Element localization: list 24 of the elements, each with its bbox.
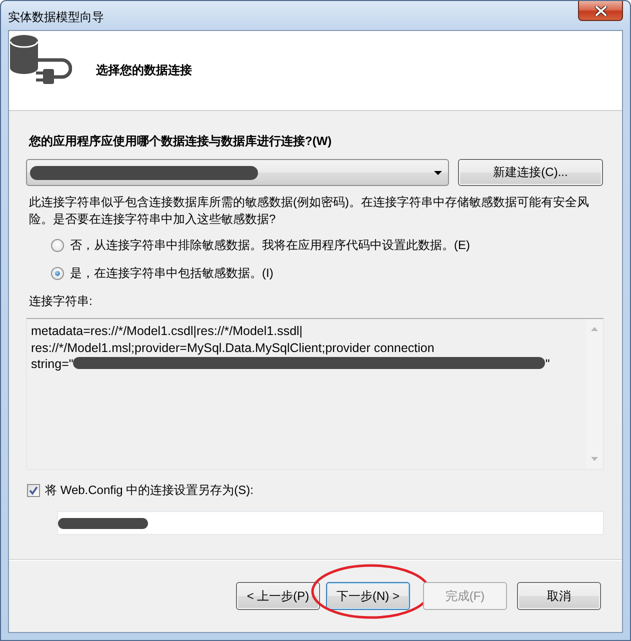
radio-button[interactable] xyxy=(51,266,64,280)
connection-prompt: 您的应用程序应使用哪个数据连接与数据库进行连接?(W) xyxy=(29,134,332,148)
close-button[interactable] xyxy=(578,1,623,21)
close-icon xyxy=(594,6,606,16)
connection-dropdown[interactable] xyxy=(26,159,449,186)
radio-label[interactable]: 是，在连接字符串中包括敏感数据。(I) xyxy=(70,264,274,282)
radio-button[interactable] xyxy=(51,238,64,252)
sensitive-data-notice: 此连接字符串似乎包含连接数据库所需的敏感数据(例如密码)。在连接字符串中存储敏感数据可能有安全风险。是否要在连接字符串中加入这些敏感数据? xyxy=(29,194,590,228)
save-setting-label[interactable]: 将 Web.Config 中的连接设置另存为(S): xyxy=(45,482,254,498)
page-heading: 选择您的数据连接 xyxy=(96,62,192,79)
scroll-up-arrow-icon[interactable] xyxy=(591,327,598,331)
checkbox[interactable] xyxy=(27,484,40,496)
radio-label[interactable]: 否，从连接字符串中排除敏感数据。我将在应用程序代码中设置此数据。(E) xyxy=(70,236,470,254)
wizard-button[interactable]: 取消 xyxy=(517,582,601,610)
connection-string-label: 连接字符串: xyxy=(29,294,92,308)
config-name-field[interactable] xyxy=(57,511,604,535)
connection-string-field[interactable]: metadata=res://*/Model1.csdl|res://*/Model1.ssdl| res://*/Model1.msl;provider=MySql.Data.MySqlClient;provider connection string=" " xyxy=(26,318,604,470)
new-connection-button[interactable]: 新建连接(C)... xyxy=(458,159,603,186)
scroll-down-arrow-icon[interactable] xyxy=(591,457,598,461)
wizard-button[interactable]: 下一步(N) > xyxy=(326,582,410,610)
wizard-button[interactable]: < 上一步(P) xyxy=(236,582,320,610)
dropdown-caret-icon xyxy=(434,170,442,174)
checkmark-icon xyxy=(29,486,38,494)
window-title: 实体数据模型向导 xyxy=(8,9,104,26)
